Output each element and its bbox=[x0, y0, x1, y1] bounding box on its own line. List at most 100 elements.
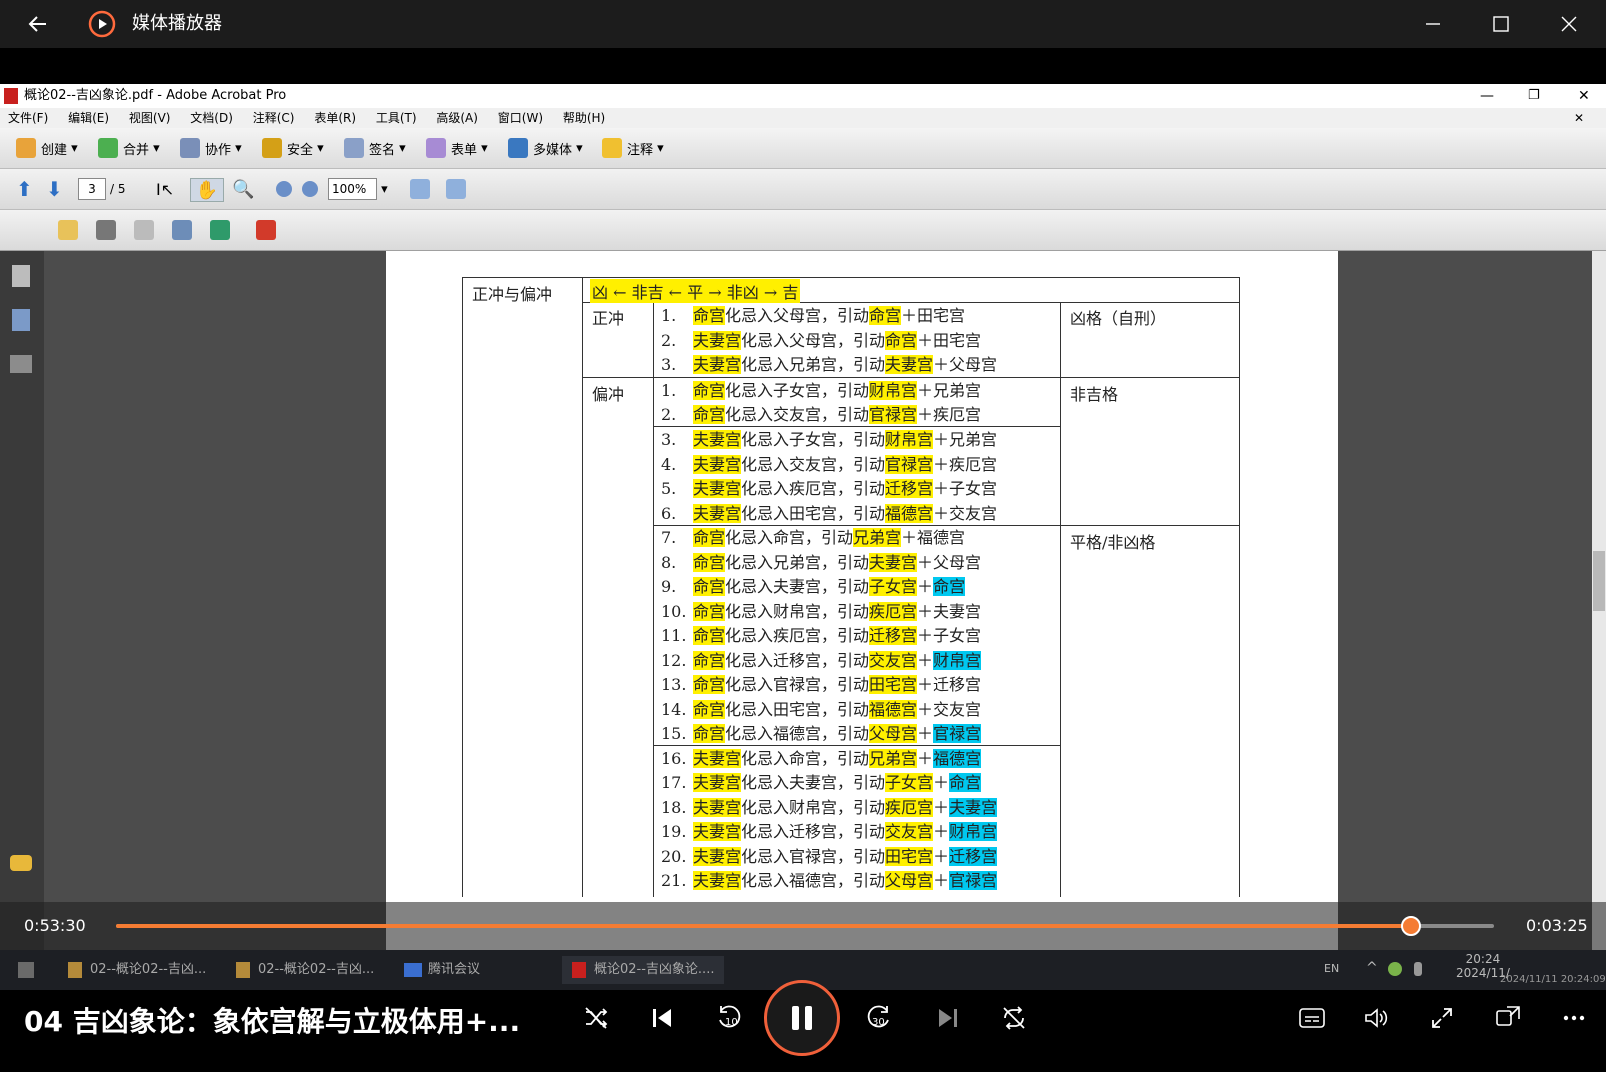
page-number-field[interactable]: 3 bbox=[78, 178, 106, 200]
acrobat-extra-button[interactable] bbox=[256, 219, 281, 241]
next-button[interactable] bbox=[928, 998, 968, 1038]
zoom-tool-button[interactable]: 🔍 bbox=[232, 178, 254, 200]
menu-window[interactable]: 窗口(W) bbox=[498, 111, 543, 125]
create-button[interactable]: 创建 ▾ bbox=[16, 137, 78, 159]
menu-view[interactable]: 视图(V) bbox=[129, 111, 171, 125]
menu-edit[interactable]: 编辑(E) bbox=[68, 111, 109, 125]
table-cell-n: 3. bbox=[661, 430, 677, 449]
fit-width-button[interactable] bbox=[410, 178, 435, 200]
menu-help[interactable]: 帮助(H) bbox=[563, 111, 605, 125]
forms-button[interactable]: 表单 ▾ bbox=[426, 137, 488, 159]
menu-file[interactable]: 文件(F) bbox=[8, 111, 48, 125]
page-number-input[interactable]: 3 bbox=[78, 178, 106, 200]
volume-button[interactable] bbox=[1356, 998, 1396, 1038]
scrollbar-thumb[interactable] bbox=[1593, 551, 1605, 611]
previous-button[interactable] bbox=[642, 998, 682, 1038]
upload-button[interactable] bbox=[210, 219, 235, 241]
menu-comments[interactable]: 注释(C) bbox=[253, 111, 295, 125]
menu-tools[interactable]: 工具(T) bbox=[376, 111, 417, 125]
acrobat-tool-icon bbox=[256, 220, 276, 240]
collaborate-button[interactable]: 协作 ▾ bbox=[180, 137, 242, 159]
table-cell-e: 官禄宫 bbox=[933, 724, 982, 743]
table-cell-d: ＋兄弟宫 bbox=[933, 430, 998, 449]
select-tool-button[interactable]: I↖ bbox=[156, 178, 174, 200]
table-cell-d: ＋福德宫 bbox=[901, 528, 966, 547]
table-cell-b: 化忌入官禄宫，引动 bbox=[741, 847, 886, 866]
printer-icon bbox=[96, 220, 116, 240]
subtitles-button[interactable] bbox=[1292, 998, 1332, 1038]
table-cell-b: 化忌入夫妻宫，引动 bbox=[725, 577, 870, 596]
hand-icon: ✋ bbox=[195, 179, 219, 201]
skip-next-icon bbox=[939, 1009, 957, 1027]
close-button[interactable] bbox=[1546, 6, 1592, 42]
fit-width-icon bbox=[410, 179, 430, 199]
save-button[interactable] bbox=[134, 219, 159, 241]
fit-page-button[interactable] bbox=[446, 178, 471, 200]
repeat-button[interactable] bbox=[994, 998, 1034, 1038]
document-close-icon[interactable]: ✕ bbox=[1574, 108, 1584, 128]
table-cell-a: 命宫 bbox=[693, 724, 726, 743]
group-label-pianchong: 偏冲 bbox=[592, 385, 625, 404]
table-cell-a: 命宫 bbox=[693, 381, 726, 400]
table-cell-d: ＋兄弟宫 bbox=[917, 381, 982, 400]
table-cell-n: 5. bbox=[661, 479, 677, 498]
pause-button[interactable] bbox=[764, 980, 840, 1056]
table-cell-n: 12. bbox=[661, 651, 687, 670]
table-row: 4. 夫妻宫化忌入交友宫，引动官禄宫＋疾厄宫 bbox=[661, 453, 997, 477]
shuffle-button[interactable] bbox=[576, 998, 616, 1038]
table-cell-b: 化忌入父母宫，引动 bbox=[741, 331, 886, 350]
forward-30-button[interactable]: 30 bbox=[856, 998, 900, 1038]
table-cell-e: 财帛宫 bbox=[949, 822, 998, 841]
signatures-panel-icon[interactable] bbox=[10, 355, 32, 373]
zoom-level-input[interactable]: 100% bbox=[328, 178, 377, 200]
table-cell-a: 夫妻宫 bbox=[693, 822, 742, 841]
maximize-button[interactable] bbox=[1478, 6, 1524, 42]
seek-track[interactable] bbox=[116, 916, 1494, 936]
zoom-in-button[interactable] bbox=[302, 178, 318, 200]
forward-30-icon: 30 bbox=[867, 1005, 889, 1028]
secure-button[interactable]: 安全 ▾ bbox=[262, 137, 324, 159]
table-cell-d: ＋ bbox=[933, 847, 950, 866]
comments-panel-icon[interactable] bbox=[10, 855, 32, 871]
menu-advanced[interactable]: 高级(A) bbox=[436, 111, 478, 125]
zoom-level-field[interactable]: 100% ▾ bbox=[328, 178, 388, 200]
table-cell-b: 化忌入夫妻宫，引动 bbox=[741, 773, 886, 792]
document-area[interactable]: 正冲与偏冲 凶 ← 非吉 ← 平 → 非凶 → 吉 正冲 偏冲 凶格（自刑） 非… bbox=[44, 251, 1592, 950]
mini-player-button[interactable] bbox=[1488, 998, 1528, 1038]
text-select-icon: I↖ bbox=[156, 179, 175, 199]
table-cell-b: 化忌入田宅宫，引动 bbox=[725, 700, 870, 719]
zoom-out-button[interactable] bbox=[276, 178, 292, 200]
acrobat-restore-icon[interactable]: ❐ bbox=[1528, 84, 1540, 108]
tray-app-icon bbox=[1388, 962, 1402, 976]
back-button[interactable] bbox=[14, 6, 60, 42]
hand-tool-button[interactable]: ✋ bbox=[190, 178, 224, 202]
acrobat-close-icon[interactable]: ✕ bbox=[1578, 84, 1590, 108]
table-cell-c: 交友宫 bbox=[885, 822, 934, 841]
seek-thumb[interactable] bbox=[1401, 916, 1422, 936]
next-page-button[interactable]: ⬇ bbox=[46, 177, 63, 201]
pages-panel-icon[interactable] bbox=[12, 265, 30, 287]
comment-button[interactable]: 注释 ▾ bbox=[602, 137, 664, 159]
rewind-10-button[interactable]: 10 bbox=[708, 998, 752, 1038]
sign-button[interactable]: 签名 ▾ bbox=[344, 137, 406, 159]
combine-button[interactable]: 合并 ▾ bbox=[98, 137, 160, 159]
print-button[interactable] bbox=[96, 219, 121, 241]
email-button[interactable] bbox=[172, 219, 197, 241]
table-cell-n: 2. bbox=[661, 405, 677, 424]
bookmarks-panel-icon[interactable] bbox=[12, 309, 30, 331]
fullscreen-button[interactable] bbox=[1422, 998, 1462, 1038]
multimedia-button[interactable]: 多媒体 ▾ bbox=[508, 137, 583, 159]
table-row: 12. 命宫化忌入迁移宫，引动交友宫＋财帛宫 bbox=[661, 649, 982, 673]
save-icon bbox=[134, 220, 154, 240]
table-cell-d: ＋疾厄宫 bbox=[933, 455, 998, 474]
document-vertical-scrollbar[interactable] bbox=[1592, 251, 1606, 950]
app-title: 媒体播放器 bbox=[132, 13, 222, 34]
minimize-button[interactable] bbox=[1410, 6, 1456, 42]
open-button[interactable] bbox=[58, 219, 83, 241]
acrobat-minimize-icon[interactable]: — bbox=[1480, 84, 1494, 108]
acrobat-titlebar: 概论02--吉凶象论.pdf - Adobe Acrobat Pro — ❐ ✕ bbox=[0, 84, 1606, 108]
menu-forms[interactable]: 表单(R) bbox=[314, 111, 356, 125]
previous-page-button[interactable]: ⬆ bbox=[16, 177, 33, 201]
more-options-button[interactable] bbox=[1554, 998, 1594, 1038]
menu-document[interactable]: 文档(D) bbox=[190, 111, 233, 125]
